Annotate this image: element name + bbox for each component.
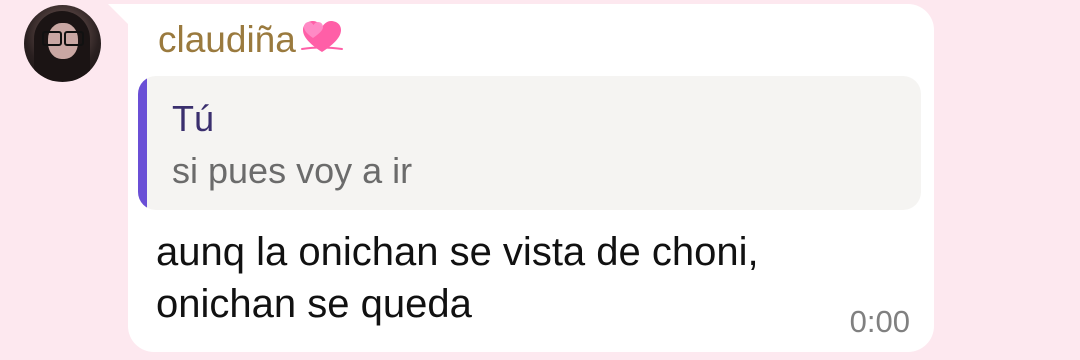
- message-bubble[interactable]: claudiña Tú si pues voy a ir aunq la oni…: [128, 4, 934, 352]
- sender-avatar[interactable]: [24, 5, 101, 82]
- reply-quote-bar: [138, 76, 147, 210]
- message-time: 0:00: [849, 304, 910, 339]
- bubble-tail: [108, 4, 130, 26]
- avatar-glasses: [42, 31, 84, 46]
- sender-name-row[interactable]: claudiña: [158, 18, 346, 68]
- sender-name[interactable]: claudiña: [158, 19, 296, 60]
- two-hearts-icon: [298, 18, 346, 68]
- message-line: aunq la onichan se vista de choni,: [156, 230, 759, 274]
- message-text: aunq la onichan se vista de choni, onich…: [156, 226, 759, 330]
- reply-text: si pues voy a ir: [172, 150, 413, 191]
- message-line: onichan se queda: [156, 282, 472, 326]
- reply-author: Tú: [172, 98, 215, 139]
- reply-quote[interactable]: Tú si pues voy a ir: [138, 76, 921, 210]
